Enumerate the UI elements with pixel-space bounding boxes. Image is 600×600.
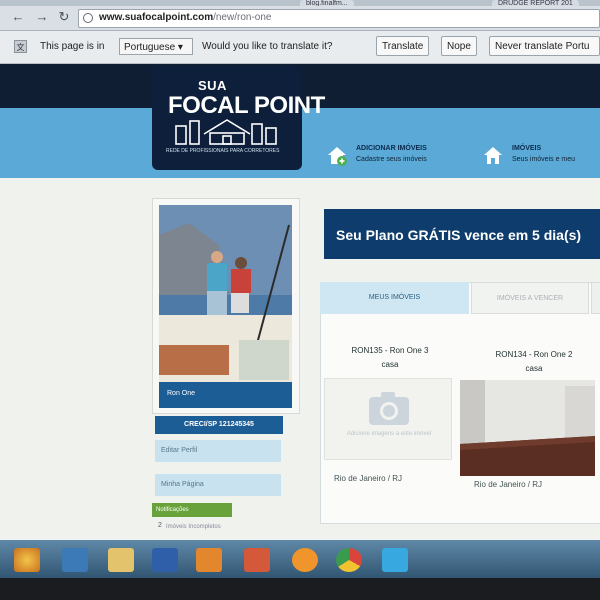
menu-title: IMÓVEIS <box>512 145 542 152</box>
start-icon[interactable] <box>14 548 40 572</box>
my-page-link[interactable]: Minha Página <box>155 474 281 496</box>
address-bar[interactable]: www.suafocalpoint.com/new/ron-one <box>78 9 600 28</box>
property-location: Rio de Janeiro / RJ <box>474 480 543 489</box>
browser-toolbar: ← → ↻ www.suafocalpoint.com/new/ron-one <box>0 6 600 31</box>
app-icon[interactable] <box>244 548 270 572</box>
tab-more[interactable] <box>591 282 600 314</box>
translate-button[interactable]: Translate <box>376 36 430 56</box>
property-type: casa <box>381 360 399 369</box>
property-location: Rio de Janeiro / RJ <box>334 474 403 483</box>
menu-subtitle: Seus imóveis e meu <box>512 156 576 163</box>
never-translate-button[interactable]: Never translate Portu <box>489 36 600 56</box>
url-text[interactable]: www.suafocalpoint.com/new/ron-one <box>99 12 271 23</box>
language-value: Portuguese <box>124 42 176 53</box>
tab-expiring-properties[interactable]: IMÓVEIS A VENCER <box>471 282 589 314</box>
logo-tagline: REDE DE PROFISSIONAIS PARA CORRETORES <box>166 148 280 154</box>
menu-title: ADICIONAR IMÓVEIS <box>356 145 427 152</box>
translate-question: Would you like to translate it? <box>202 41 333 52</box>
menu-subtitle: Cadastre seus imóveis <box>356 156 427 163</box>
translate-bar: 文 This page is in Portuguese ▾ Would you… <box>0 31 600 64</box>
skype-icon[interactable] <box>382 548 408 572</box>
camera-icon <box>369 392 409 425</box>
screen: blog.finalfm... DRUDGE REPORT 201 ← → ↻ … <box>0 0 600 600</box>
no-image-text: Adicione imagens a este imóvel <box>346 431 432 437</box>
reload-icon[interactable]: ↻ <box>56 9 72 25</box>
url-domain: www.suafocalpoint.com <box>99 12 214 23</box>
house-icon <box>484 147 502 164</box>
back-icon[interactable]: ← <box>10 9 26 25</box>
property-type: casa <box>525 364 543 373</box>
house-add-icon <box>328 147 347 166</box>
notifications-badge[interactable]: Notificações <box>152 503 232 517</box>
media-player-icon[interactable] <box>196 548 222 572</box>
profile-name: Ron One <box>167 390 196 397</box>
language-select[interactable]: Portuguese ▾ <box>119 38 193 55</box>
plan-banner-text: Seu Plano GRÁTIS vence em 5 dia(s) <box>336 227 582 243</box>
property-title[interactable]: RON134 - Ron One 2 <box>470 350 598 359</box>
firefox-icon[interactable] <box>292 548 318 572</box>
forward-icon[interactable]: → <box>34 9 50 25</box>
translate-prefix: This page is in <box>40 41 105 52</box>
logo-sua: SUA <box>198 78 227 93</box>
chrome-icon[interactable] <box>336 548 362 572</box>
skyline-icon <box>175 119 277 145</box>
logo-text: FOCAL POINT <box>168 92 325 119</box>
notification-count: 2 <box>158 522 162 529</box>
word-icon[interactable] <box>152 548 178 572</box>
tab-my-properties[interactable]: MEUS IMÓVEIS <box>320 282 469 314</box>
internet-explorer-icon[interactable] <box>62 548 88 572</box>
notification-text[interactable]: Imóveis Incompletos <box>166 524 221 530</box>
property-photo[interactable] <box>460 380 595 476</box>
edit-profile-link[interactable]: Editar Perfil <box>155 440 281 462</box>
profile-name-bar: Ron One <box>159 382 292 408</box>
monitor-bezel <box>0 578 600 600</box>
page-icon <box>83 13 93 23</box>
folder-icon[interactable] <box>108 548 134 572</box>
nope-button[interactable]: Nope <box>441 36 477 56</box>
profile-photo[interactable] <box>159 205 292 382</box>
property-title[interactable]: RON135 - Ron One 3 <box>330 346 450 355</box>
property-image-placeholder[interactable]: Adicione imagens a este imóvel <box>324 378 452 460</box>
url-path: /new/ron-one <box>213 12 272 23</box>
creci-label: CRECI/SP 121245345 <box>155 416 283 434</box>
translate-icon: 文 <box>14 40 27 53</box>
